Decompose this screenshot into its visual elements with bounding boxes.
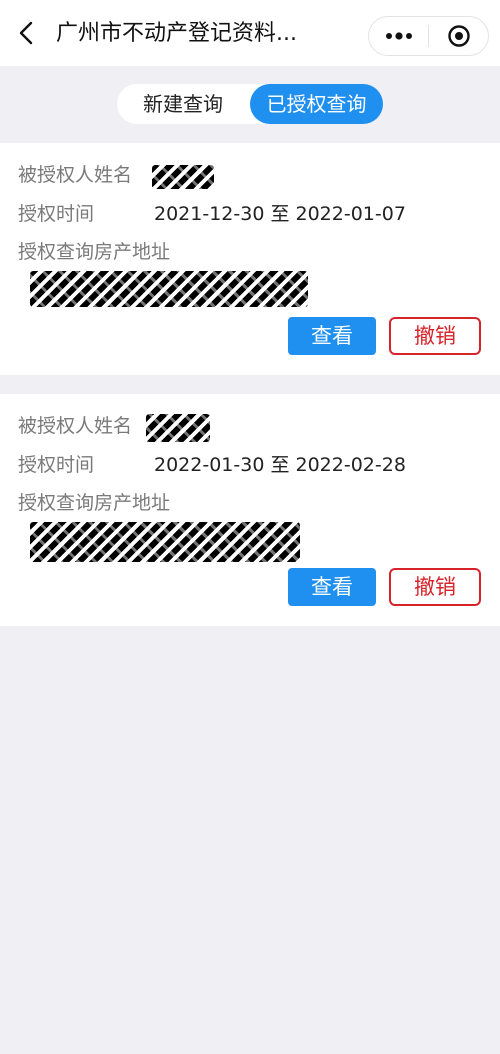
page-title: 广州市不动产登记资料... [56,21,297,46]
more-button[interactable] [369,17,428,55]
more-dots-icon [385,32,412,40]
redacted-name [152,165,214,189]
navigation-bar: 广州市不动产登记资料... [0,0,500,66]
redacted-address [30,522,300,562]
authorization-card: 被授权人姓名 授权时间 2021-12-30 至 2022-01-07 授权查询… [0,143,500,375]
auth-time-value: 2022-01-30 至 2022-02-28 [154,454,406,476]
close-mini-program-button[interactable] [429,17,488,55]
auth-time-value: 2021-12-30 至 2022-01-07 [154,203,406,225]
auth-time-label: 授权时间 [18,454,95,476]
query-tabs: 新建查询 已授权查询 [117,84,383,124]
grantee-name-label: 被授权人姓名 [18,164,133,186]
revoke-button[interactable]: 撤销 [389,317,481,355]
view-button[interactable]: 查看 [288,317,376,355]
revoke-button[interactable]: 撤销 [389,568,481,606]
target-circle-icon [447,25,470,47]
tab-new-query[interactable]: 新建查询 [117,84,249,124]
property-address-label: 授权查询房产地址 [18,241,171,263]
property-address-label: 授权查询房产地址 [18,492,171,514]
auth-time-label: 授权时间 [18,203,95,225]
back-button[interactable] [12,18,42,48]
mini-program-capsule [368,16,489,56]
view-button[interactable]: 查看 [288,568,376,606]
tab-authorized-query[interactable]: 已授权查询 [250,84,383,124]
redacted-address [30,271,308,307]
grantee-name-label: 被授权人姓名 [18,415,133,437]
chevron-left-icon [19,21,33,45]
authorization-card: 被授权人姓名 授权时间 2022-01-30 至 2022-02-28 授权查询… [0,394,500,626]
redacted-name [146,414,210,442]
